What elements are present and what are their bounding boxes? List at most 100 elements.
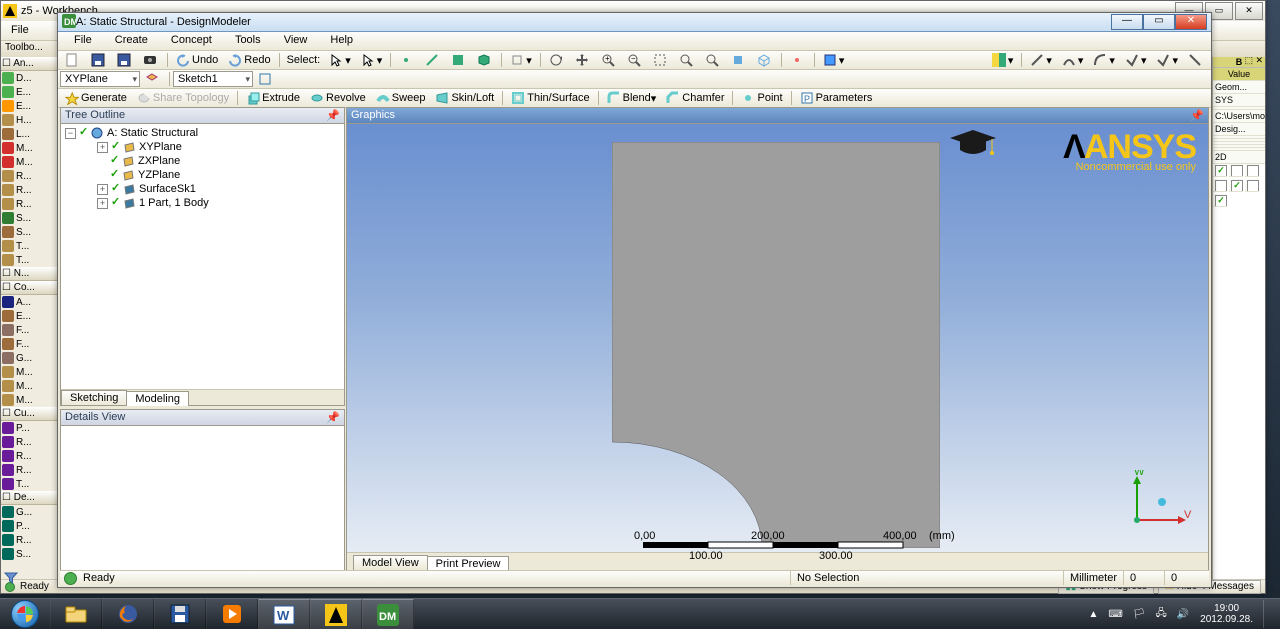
system-tray[interactable]: ▲ ⌨ 🏳 🖧 🔊 19:00 2012.09.28.: [1076, 599, 1280, 629]
taskbar-firefox[interactable]: [102, 599, 154, 629]
share-topology-button[interactable]: Share Topology: [133, 89, 233, 107]
toolbox-header-components[interactable]: ☐ Co...: [1, 281, 58, 295]
toolbox-item[interactable]: R...: [1, 533, 58, 547]
blend-button[interactable]: Blend ▾: [603, 89, 661, 107]
display-icon[interactable]: ▾: [819, 51, 849, 69]
toolbox-item[interactable]: R...: [1, 183, 58, 197]
graphics-viewport[interactable]: ΛANSYS Noncommercial use only 0,00 200,0…: [347, 124, 1208, 552]
taskbar-media[interactable]: [206, 599, 258, 629]
toolbox-item[interactable]: M...: [1, 155, 58, 169]
toolbox-item[interactable]: M...: [1, 141, 58, 155]
taskbar-explorer[interactable]: [50, 599, 102, 629]
toolbox-item[interactable]: G...: [1, 351, 58, 365]
point-button[interactable]: Point: [737, 89, 786, 107]
prev-view-icon[interactable]: [786, 51, 810, 69]
expand-icon[interactable]: −: [65, 128, 76, 139]
tree-root[interactable]: − ✓ A: Static Structural: [63, 126, 342, 140]
dm-titlebar[interactable]: DM A: Static Structural - DesignModeler …: [58, 13, 1211, 32]
expand-icon[interactable]: +: [97, 198, 108, 209]
generate-button[interactable]: Generate: [61, 89, 131, 107]
extrude-button[interactable]: Extrude: [242, 89, 304, 107]
toolbox-item[interactable]: E...: [1, 85, 58, 99]
circle-icon[interactable]: ▾: [1152, 51, 1182, 69]
graphics-header[interactable]: Graphics📌: [347, 108, 1208, 124]
tab-sketching[interactable]: Sketching: [61, 390, 127, 405]
tray-volume-icon[interactable]: 🔊: [1177, 609, 1189, 620]
prop-checkbox[interactable]: ✓: [1213, 194, 1227, 207]
lookat-icon[interactable]: [727, 51, 751, 69]
arc-icon[interactable]: ▾: [1089, 51, 1119, 69]
toolbox-item[interactable]: E...: [1, 309, 58, 323]
tree-outline-header[interactable]: Tree Outline📌: [61, 108, 344, 124]
rotate-icon[interactable]: [545, 51, 569, 69]
new-icon[interactable]: [61, 51, 85, 69]
toolbox-item[interactable]: P...: [1, 519, 58, 533]
sel-edge-icon[interactable]: [421, 51, 445, 69]
thin-surface-button[interactable]: Thin/Surface: [507, 89, 593, 107]
view-triad[interactable]: W V: [1112, 470, 1192, 540]
revolve-button[interactable]: Revolve: [306, 89, 370, 107]
dm-menu-file[interactable]: File: [64, 32, 102, 48]
prop-checkbox[interactable]: [1213, 179, 1227, 192]
taskbar-dm[interactable]: DM: [362, 599, 414, 629]
redo-button[interactable]: Redo: [224, 51, 274, 69]
toolbox-item[interactable]: F...: [1, 337, 58, 351]
export-image-icon[interactable]: [139, 51, 163, 69]
toolbox-item[interactable]: F...: [1, 323, 58, 337]
toolbox-item[interactable]: L...: [1, 127, 58, 141]
prop-checkbox[interactable]: ✓: [1229, 179, 1243, 192]
select-filter-icon[interactable]: ▾: [357, 51, 387, 69]
toolbox-header-design[interactable]: ☐ De...: [1, 491, 58, 505]
windows-taskbar[interactable]: W DM ▲ ⌨ 🏳 🖧 🔊 19:00 2012.09.28.: [0, 598, 1280, 629]
toolbox-item[interactable]: A...: [1, 295, 58, 309]
toolbox-item[interactable]: S...: [1, 225, 58, 239]
tree-node[interactable]: +✓XYPlane: [63, 140, 342, 154]
dm-menu-view[interactable]: View: [274, 32, 318, 48]
pan-icon[interactable]: [571, 51, 595, 69]
toolbox-item[interactable]: R...: [1, 449, 58, 463]
dm-minimize-button[interactable]: —: [1111, 14, 1143, 30]
new-sketch-icon[interactable]: [254, 70, 278, 88]
zoom-out-icon[interactable]: −: [623, 51, 647, 69]
tray-clock[interactable]: 19:00 2012.09.28.: [1200, 603, 1253, 625]
dm-menu-help[interactable]: Help: [320, 32, 363, 48]
pin-icon[interactable]: 📌: [1190, 109, 1204, 122]
tab-model-view[interactable]: Model View: [353, 555, 428, 570]
toolbox-item[interactable]: R...: [1, 435, 58, 449]
tray-up-icon[interactable]: ▲: [1089, 609, 1099, 620]
toolbox-item[interactable]: R...: [1, 463, 58, 477]
dm-toolbar-2[interactable]: XYPlane Sketch1: [58, 70, 1211, 89]
toolbox-item[interactable]: D...: [1, 71, 58, 85]
toolbox-item[interactable]: H...: [1, 113, 58, 127]
toolbox-item[interactable]: G...: [1, 505, 58, 519]
show-desktop-button[interactable]: [1263, 600, 1272, 628]
left-tabs[interactable]: Sketching Modeling: [61, 389, 344, 405]
select-cursor-icon[interactable]: ▾: [325, 51, 355, 69]
toolbox-item[interactable]: T...: [1, 253, 58, 267]
tree-node[interactable]: +✓1 Part, 1 Body: [63, 196, 342, 210]
toolbox-item[interactable]: M...: [1, 365, 58, 379]
workbench-toolbox[interactable]: ☐ An... D...E...E...H...L...M...M...R...…: [1, 57, 59, 580]
prop-value[interactable]: Desig...: [1213, 123, 1265, 136]
taskbar-save[interactable]: [154, 599, 206, 629]
save-icon[interactable]: [87, 51, 111, 69]
toolbox-item[interactable]: P...: [1, 421, 58, 435]
tree-node[interactable]: ✓ZXPlane: [63, 154, 342, 168]
toolbox-item[interactable]: E...: [1, 99, 58, 113]
prop-checkbox[interactable]: ✓: [1213, 164, 1227, 177]
tray-network-icon[interactable]: 🖧: [1156, 606, 1167, 623]
zoom-box-icon[interactable]: [649, 51, 673, 69]
skinloft-button[interactable]: Skin/Loft: [431, 89, 498, 107]
iso-icon[interactable]: [753, 51, 777, 69]
toolbox-item[interactable]: S...: [1, 211, 58, 225]
pin-icon[interactable]: 📌: [326, 411, 340, 424]
toolbox-item[interactable]: T...: [1, 239, 58, 253]
plane-selector[interactable]: XYPlane: [60, 71, 140, 87]
toolbox-item[interactable]: R...: [1, 169, 58, 183]
dm-maximize-button[interactable]: ▭: [1143, 14, 1175, 30]
toolbox-item[interactable]: M...: [1, 393, 58, 407]
sel-body-icon[interactable]: [473, 51, 497, 69]
zoom-in-icon[interactable]: +: [597, 51, 621, 69]
filter-icon[interactable]: [4, 571, 18, 588]
sel-vertex-icon[interactable]: [395, 51, 419, 69]
